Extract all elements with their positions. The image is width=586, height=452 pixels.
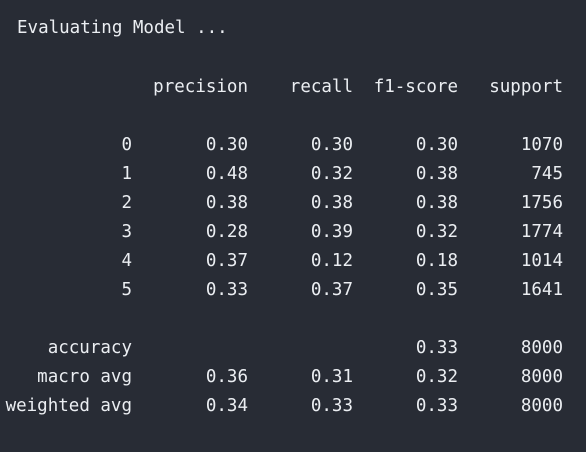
row-label: 2 (121, 193, 132, 213)
column-header-f1-score: f1-score (373, 77, 458, 97)
recall-value: 0.33 (310, 396, 353, 416)
support-value: 1014 (520, 251, 563, 271)
row-label: weighted avg (5, 396, 132, 416)
recall-value: 0.32 (310, 164, 353, 184)
column-header-precision: precision (153, 77, 248, 97)
terminal-output: Evaluating Model ... precision recall f1… (0, 0, 586, 452)
row-label: macro avg (37, 367, 132, 387)
support-value: 8000 (520, 367, 563, 387)
support-value: 745 (531, 164, 563, 184)
support-value: 1070 (520, 135, 563, 155)
f1-value: 0.30 (415, 135, 458, 155)
f1-value: 0.38 (415, 164, 458, 184)
precision-value: 0.36 (205, 367, 248, 387)
recall-value: 0.38 (310, 193, 353, 213)
precision-value: 0.34 (205, 396, 248, 416)
row-label: 3 (121, 222, 132, 242)
column-header-recall: recall (289, 77, 353, 97)
f1-value: 0.35 (415, 280, 458, 300)
recall-value: 0.37 (310, 280, 353, 300)
f1-value: 0.32 (415, 222, 458, 242)
row-label: 5 (121, 280, 132, 300)
recall-value: 0.12 (310, 251, 353, 271)
precision-value: 0.37 (205, 251, 248, 271)
row-label: 4 (121, 251, 132, 271)
support-value: 1756 (520, 193, 563, 213)
precision-value: 0.33 (205, 280, 248, 300)
row-label: accuracy (47, 338, 132, 358)
f1-value: 0.33 (415, 396, 458, 416)
status-heading: Evaluating Model ... (17, 18, 228, 38)
support-value: 8000 (520, 396, 563, 416)
support-value: 1774 (520, 222, 563, 242)
support-value: 8000 (520, 338, 563, 358)
f1-value: 0.32 (415, 367, 458, 387)
recall-value: 0.39 (310, 222, 353, 242)
precision-value: 0.28 (205, 222, 248, 242)
row-label: 1 (121, 164, 132, 184)
precision-value: 0.48 (205, 164, 248, 184)
recall-value: 0.31 (310, 367, 353, 387)
recall-value: 0.30 (310, 135, 353, 155)
precision-value: 0.30 (205, 135, 248, 155)
f1-value: 0.38 (415, 193, 458, 213)
f1-value: 0.18 (415, 251, 458, 271)
precision-value: 0.38 (205, 193, 248, 213)
support-value: 1641 (520, 280, 563, 300)
row-label: 0 (121, 135, 132, 155)
column-header-support: support (489, 77, 563, 97)
f1-value: 0.33 (415, 338, 458, 358)
